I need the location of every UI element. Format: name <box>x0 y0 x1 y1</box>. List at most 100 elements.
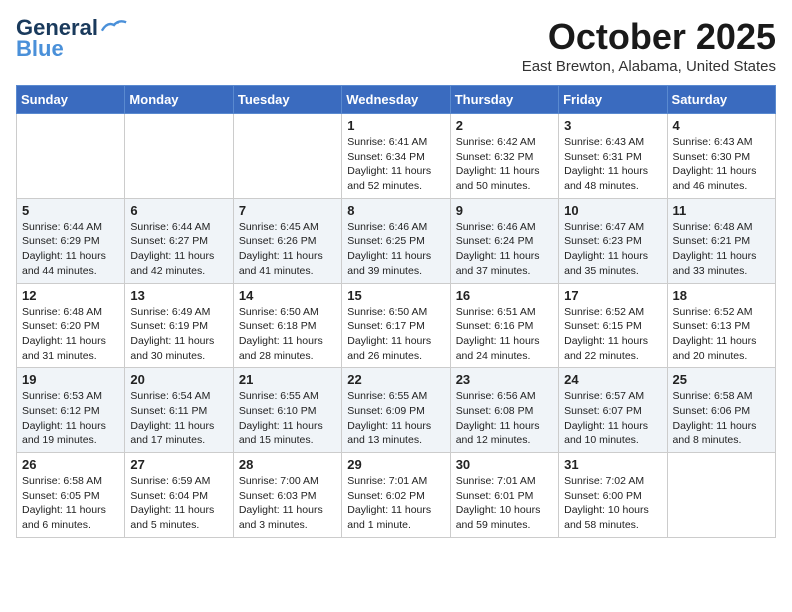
day-number: 21 <box>239 372 336 387</box>
day-number: 9 <box>456 203 553 218</box>
day-info: Sunrise: 7:01 AM Sunset: 6:02 PM Daylight:… <box>347 474 444 533</box>
day-number: 1 <box>347 118 444 133</box>
calendar-cell: 11Sunrise: 6:48 AMSunset: 6:21 PMDayligh… <box>667 198 775 283</box>
day-number: 28 <box>239 457 336 472</box>
day-info: Sunrise: 6:44 AMSunset: 6:27 PMDaylight:… <box>130 220 227 279</box>
calendar-cell: 21Sunrise: 6:55 AMSunset: 6:10 PMDayligh… <box>233 368 341 453</box>
calendar-cell: 15Sunrise: 6:50 AMSunset: 6:17 PMDayligh… <box>342 283 450 368</box>
sunrise-time: Sunrise: 6:49 AM <box>130 306 210 318</box>
sunrise-time: Sunrise: 6:46 AM <box>347 221 427 233</box>
sunset-time: Sunset: 6:11 PM <box>130 405 207 417</box>
sunset-time: Sunset: 6:07 PM <box>564 405 642 417</box>
sunset-time: Sunset: 6:23 PM <box>564 235 642 247</box>
sunset-time: Sunset: 6:20 PM <box>22 320 100 332</box>
daylight-hours: Daylight: 11 hours and 8 minutes. <box>673 420 757 447</box>
sunrise-time: Sunrise: 6:44 AM <box>130 221 210 233</box>
day-number: 8 <box>347 203 444 218</box>
weekday-header-friday: Friday <box>559 86 667 114</box>
day-number: 16 <box>456 288 553 303</box>
day-number: 31 <box>564 457 661 472</box>
day-info: Sunrise: 6:58 AMSunset: 6:05 PMDaylight:… <box>22 474 119 533</box>
day-info: Sunrise: 7:00 AMSunset: 6:03 PMDaylight:… <box>239 474 336 533</box>
daylight-hours: Daylight: 11 hours and 5 minutes. <box>130 504 214 531</box>
day-number: 3 <box>564 118 661 133</box>
day-info: Sunrise: 6:41 AMSunset: 6:34 PMDaylight:… <box>347 135 444 194</box>
calendar-cell: 8Sunrise: 6:46 AMSunset: 6:25 PMDaylight… <box>342 198 450 283</box>
day-number: 19 <box>22 372 119 387</box>
weekday-header-thursday: Thursday <box>450 86 558 114</box>
day-info: Sunrise: 6:45 AMSunset: 6:26 PMDaylight:… <box>239 220 336 279</box>
sunset-time: Sunset: 6:01 PM <box>456 490 534 502</box>
calendar-cell <box>667 453 775 538</box>
calendar-cell: 4Sunrise: 6:43 AMSunset: 6:30 PMDaylight… <box>667 114 775 199</box>
day-info: Sunrise: 6:44 AMSunset: 6:29 PMDaylight:… <box>22 220 119 279</box>
daylight-hours: Daylight: 11 hours and 30 minutes. <box>130 335 214 362</box>
calendar-cell: 22Sunrise: 6:55 AMSunset: 6:09 PMDayligh… <box>342 368 450 453</box>
sunrise-time: Sunrise: 6:51 AM <box>456 306 536 318</box>
day-info: Sunrise: 6:43 AMSunset: 6:31 PMDaylight:… <box>564 135 661 194</box>
day-number: 11 <box>673 203 770 218</box>
location-text: East Brewton, Alabama, United States <box>522 58 776 75</box>
weekday-header-row: SundayMondayTuesdayWednesdayThursdayFrid… <box>17 86 776 114</box>
weekday-header-wednesday: Wednesday <box>342 86 450 114</box>
daylight-hours: Daylight: 10 hours and 58 minutes. <box>564 504 649 531</box>
day-number: 14 <box>239 288 336 303</box>
sunrise-time: Sunrise: 6:45 AM <box>239 221 319 233</box>
sunset-time: Sunset: 6:21 PM <box>673 235 751 247</box>
day-info: Sunrise: 6:49 AMSunset: 6:19 PMDaylight:… <box>130 305 227 364</box>
daylight-hours: Daylight: 11 hours and 41 minutes. <box>239 250 323 277</box>
sunrise-time: Sunrise: 7:01 AM <box>456 475 536 487</box>
daylight-hours: Daylight: 11 hours and 1 minute. <box>347 504 431 531</box>
sunrise-time: Sunrise: 6:58 AM <box>22 475 102 487</box>
calendar-cell: 16 Sunrise: 6:51 AMSunset: 6:16 PMDayligh… <box>450 283 558 368</box>
day-number: 5 <box>22 203 119 218</box>
calendar-cell: 28 Sunrise: 7:00 AMSunset: 6:03 PMDayligh… <box>233 453 341 538</box>
daylight-hours: Daylight: 11 hours and 28 minutes. <box>239 335 323 362</box>
day-info: Sunrise: 7:02 AMSunset: 6:00 PMDaylight:… <box>564 474 661 533</box>
daylight-hours: Daylight: 11 hours and 17 minutes. <box>130 420 214 447</box>
daylight-hours: Daylight: 11 hours and 42 minutes. <box>130 250 214 277</box>
calendar-cell: 7 Sunrise: 6:45 AMSunset: 6:26 PMDaylight… <box>233 198 341 283</box>
day-info: Sunrise: 6:51 AMSunset: 6:16 PMDaylight:… <box>456 305 553 364</box>
calendar-table: SundayMondayTuesdayWednesdayThursdayFrid… <box>16 85 776 538</box>
sunset-time: Sunset: 6:24 PM <box>456 235 534 247</box>
sunrise-time: Sunrise: 7:00 AM <box>239 475 319 487</box>
daylight-hours: Daylight: 11 hours and 39 minutes. <box>347 250 431 277</box>
day-number: 29 <box>347 457 444 472</box>
day-info: Sunrise: 6:47 AMSunset: 6:23 PMDaylight:… <box>564 220 661 279</box>
day-info: Sunrise: 6:48 AMSunset: 6:20 PMDaylight:… <box>22 305 119 364</box>
day-number: 24 <box>564 372 661 387</box>
daylight-hours: Daylight: 11 hours and 15 minutes. <box>239 420 323 447</box>
day-number: 7 <box>239 203 336 218</box>
sunset-time: Sunset: 6:05 PM <box>22 490 100 502</box>
sunrise-time: Sunrise: 7:01 AM <box>347 475 427 487</box>
sunset-time: Sunset: 6:15 PM <box>564 320 642 332</box>
sunset-time: Sunset: 6:31 PM <box>564 151 642 163</box>
daylight-hours: Daylight: 11 hours and 26 minutes. <box>347 335 431 362</box>
sunrise-time: Sunrise: 6:59 AM <box>130 475 210 487</box>
daylight-hours: Daylight: 11 hours and 46 minutes. <box>673 165 757 192</box>
sunrise-time: Sunrise: 6:50 AM <box>347 306 427 318</box>
day-info: Sunrise: 6:50 AMSunset: 6:17 PMDaylight:… <box>347 305 444 364</box>
calendar-cell: 12Sunrise: 6:48 AMSunset: 6:20 PMDayligh… <box>17 283 125 368</box>
weekday-header-monday: Monday <box>125 86 233 114</box>
calendar-row-0: 1 Sunrise: 6:41 AMSunset: 6:34 PMDaylight… <box>17 114 776 199</box>
day-info: Sunrise: 6:42 AMSunset: 6:32 PMDaylight:… <box>456 135 553 194</box>
daylight-hours: Daylight: 11 hours and 35 minutes. <box>564 250 648 277</box>
sunset-time: Sunset: 6:09 PM <box>347 405 425 417</box>
sunset-time: Sunset: 6:02 PM <box>347 490 425 502</box>
daylight-hours: Daylight: 11 hours and 3 minutes. <box>239 504 323 531</box>
calendar-cell: 10 Sunrise: 6:47 AMSunset: 6:23 PMDayligh… <box>559 198 667 283</box>
weekday-header-saturday: Saturday <box>667 86 775 114</box>
day-info: Sunrise: 6:52 AMSunset: 6:15 PMDaylight:… <box>564 305 661 364</box>
sunset-time: Sunset: 6:10 PM <box>239 405 317 417</box>
logo: General Blue <box>16 16 128 60</box>
sunset-time: Sunset: 6:00 PM <box>564 490 642 502</box>
daylight-hours: Daylight: 11 hours and 37 minutes. <box>456 250 540 277</box>
day-info: Sunrise: 6:56 AMSunset: 6:08 PMDaylight:… <box>456 389 553 448</box>
calendar-row-1: 5 Sunrise: 6:44 AMSunset: 6:29 PMDaylight… <box>17 198 776 283</box>
calendar-cell: 2Sunrise: 6:42 AMSunset: 6:32 PMDaylight… <box>450 114 558 199</box>
day-number: 10 <box>564 203 661 218</box>
sunrise-time: Sunrise: 6:52 AM <box>673 306 753 318</box>
calendar-cell: 25Sunrise: 6:58 AMSunset: 6:06 PMDayligh… <box>667 368 775 453</box>
